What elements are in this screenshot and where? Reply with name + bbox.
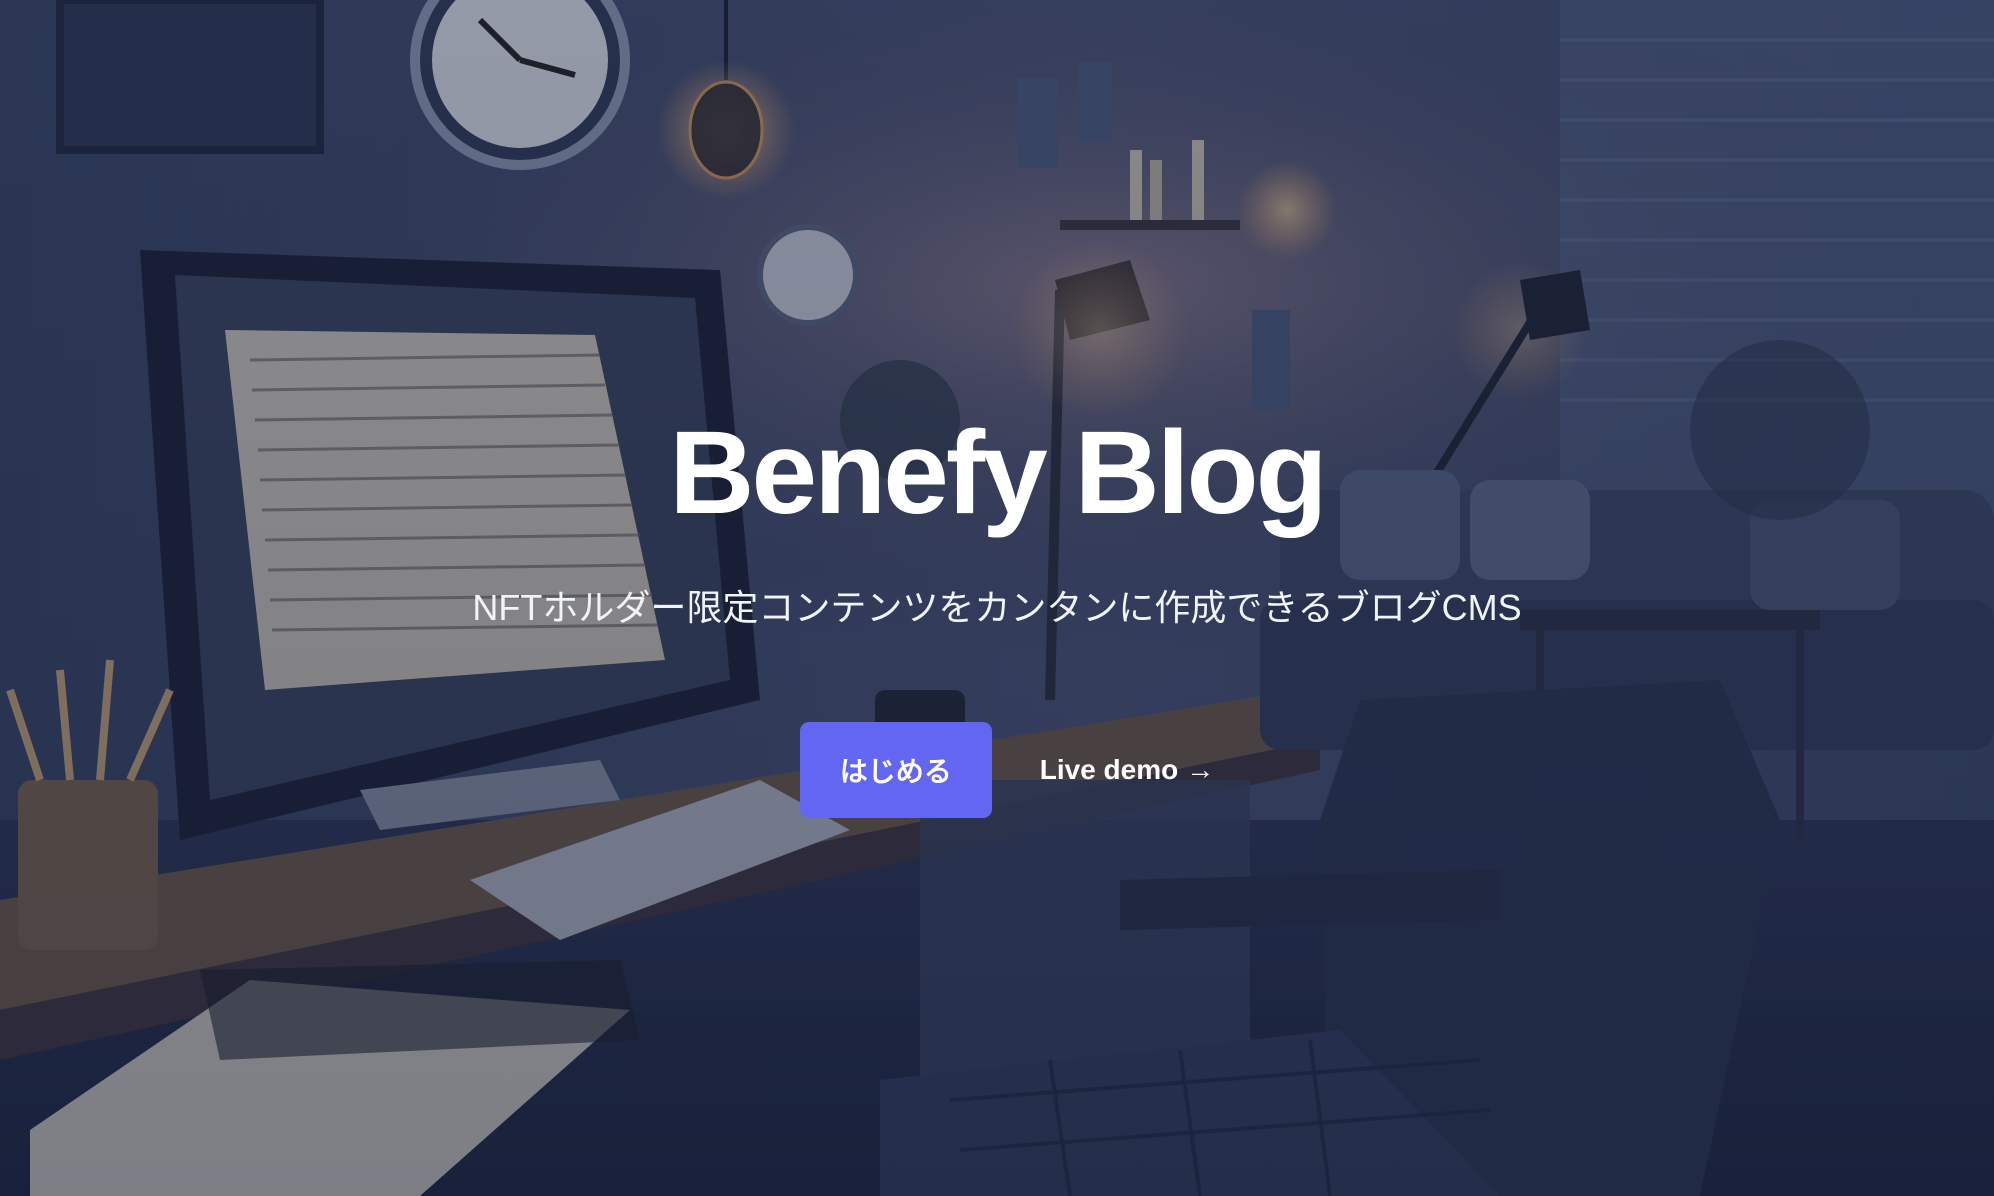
live-demo-label: Live demo [1039, 754, 1179, 785]
hero-content: Benefy Blog NFTホルダー限定コンテンツをカンタンに作成できるブログ… [0, 0, 1994, 1196]
live-demo-link[interactable]: Live demo → [1040, 754, 1214, 786]
page-subtitle: NFTホルダー限定コンテンツをカンタンに作成できるブログCMS [472, 587, 1522, 628]
get-started-button[interactable]: はじめる [799, 722, 992, 818]
page-title: Benefy Blog [669, 407, 1327, 539]
hero-section: Benefy Blog NFTホルダー限定コンテンツをカンタンに作成できるブログ… [0, 0, 1994, 1196]
arrow-right-icon: → [1186, 754, 1215, 785]
hero-actions: はじめる Live demo → [0, 722, 1994, 818]
